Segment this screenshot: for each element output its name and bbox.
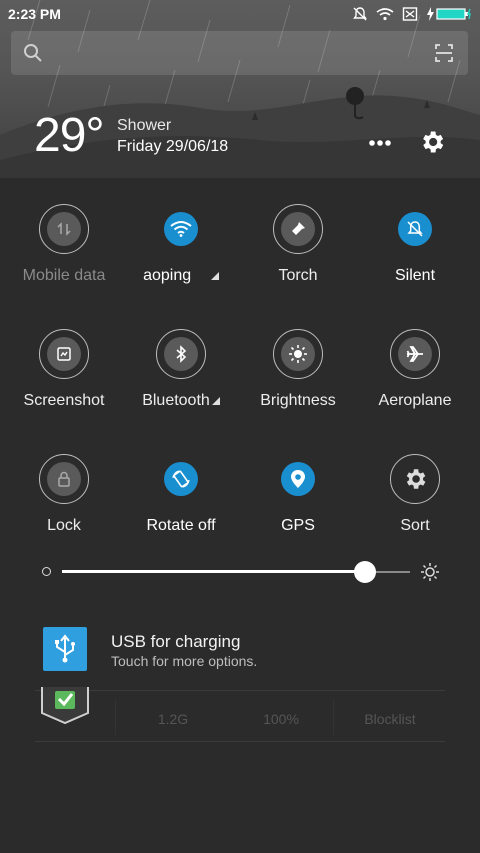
tile-label: Sort <box>400 517 430 534</box>
notification-title: USB for charging <box>111 632 241 651</box>
temperature: 29° <box>34 109 105 162</box>
bluetooth-icon <box>164 337 198 371</box>
settings-button[interactable] <box>418 128 446 156</box>
security-card: 1.2G 100% Blocklist <box>35 687 445 742</box>
tile-aeroplane[interactable]: Aeroplane <box>355 329 475 411</box>
usb-notification[interactable]: USB for charging Touch for more options. <box>0 620 480 690</box>
tile-brightness[interactable]: Brightness <box>238 329 358 411</box>
tile-label: GPS <box>281 517 315 534</box>
expand-arrow-icon <box>211 397 220 405</box>
more-dots-icon <box>369 140 391 146</box>
weather-date: Friday 29/06/18 <box>117 138 229 155</box>
memory-stat: 1.2G <box>157 711 189 727</box>
header: 2:23 PM 29° Shower Friday 29/06/18 <box>0 0 480 178</box>
settings-gear-icon <box>423 131 444 153</box>
search-icon <box>23 43 43 68</box>
tile-wifi[interactable]: aoping <box>121 204 241 286</box>
battery-charging-icon <box>426 6 472 22</box>
tile-gps[interactable]: GPS <box>238 454 358 536</box>
tile-rotate[interactable]: Rotate off <box>121 454 241 536</box>
tile-label: Bluetooth <box>121 391 241 411</box>
tile-silent[interactable]: Silent <box>355 204 475 286</box>
scan-icon[interactable] <box>434 43 454 68</box>
aeroplane-icon <box>398 337 432 371</box>
tile-lock[interactable]: Lock <box>4 454 124 536</box>
slider-thumb[interactable] <box>353 561 376 583</box>
status-time: 2:23 PM <box>8 6 61 22</box>
brightness-icon <box>281 337 315 371</box>
tile-torch[interactable]: Torch <box>238 204 358 286</box>
weather-condition: Shower <box>117 117 172 134</box>
tile-label: Torch <box>278 267 318 284</box>
lock-icon <box>47 462 81 496</box>
tile-label: Brightness <box>260 392 336 409</box>
blocklist-stat: Blocklist <box>364 711 416 727</box>
status-bar: 2:23 PM <box>0 0 480 28</box>
tile-label: Mobile data <box>22 267 106 284</box>
tile-bluetooth[interactable]: Bluetooth <box>121 329 241 411</box>
brightness-low-icon <box>42 567 51 576</box>
brightness-high-icon <box>420 562 440 587</box>
tile-label: Aeroplane <box>378 392 452 409</box>
search-bar[interactable] <box>11 31 468 75</box>
dnd-bell-icon <box>352 6 368 22</box>
tile-screenshot[interactable]: Screenshot <box>4 329 124 411</box>
wifi-status-icon <box>376 7 394 21</box>
wifi-icon <box>164 212 198 246</box>
tile-label: Rotate off <box>146 517 216 534</box>
sim-off-icon <box>402 6 418 22</box>
brightness-slider[interactable] <box>40 560 440 584</box>
gear-icon <box>398 462 432 496</box>
torch-icon <box>281 212 315 246</box>
slider-fill <box>62 570 365 573</box>
usb-icon <box>43 627 87 671</box>
tile-mobile-data[interactable]: Mobile data <box>4 204 124 286</box>
tile-label: Silent <box>394 267 436 284</box>
more-options-button[interactable] <box>366 130 394 154</box>
shield-check-icon <box>40 687 90 732</box>
tile-label: Screenshot <box>23 392 105 409</box>
gps-icon <box>281 462 315 496</box>
tile-label: Lock <box>47 517 81 534</box>
rotate-icon <box>164 462 198 496</box>
expand-arrow-icon <box>210 272 219 280</box>
screenshot-icon <box>47 337 81 371</box>
notification-subtitle: Touch for more options. <box>111 653 258 669</box>
tile-sort[interactable]: Sort <box>355 454 475 536</box>
mobile-data-icon <box>47 212 81 246</box>
tile-label: aoping <box>121 266 241 286</box>
battery-stat: 100% <box>263 711 299 727</box>
silent-icon <box>398 212 432 246</box>
